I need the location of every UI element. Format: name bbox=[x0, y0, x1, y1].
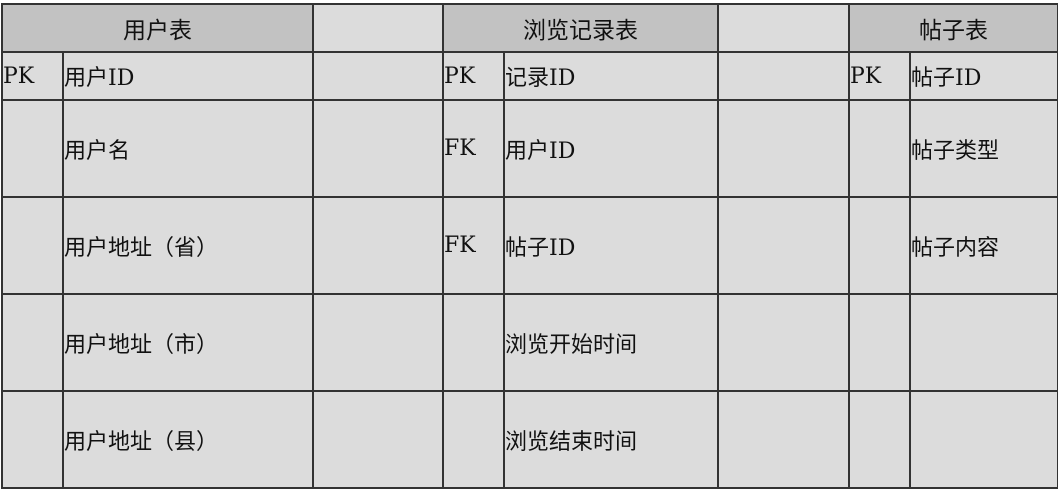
users-key-cell bbox=[1, 196, 64, 295]
posts-key-cell bbox=[848, 196, 911, 295]
records-key-cell bbox=[442, 293, 505, 392]
spacer-cell bbox=[312, 3, 444, 53]
records-field-cell: 用户ID bbox=[503, 99, 719, 198]
table-row: 用户名 FK 用户ID 帖子类型 bbox=[1, 99, 1058, 198]
records-key-cell: FK bbox=[442, 99, 505, 198]
users-field-cell: 用户地址（市） bbox=[62, 293, 314, 392]
table-title-browse-records: 浏览记录表 bbox=[442, 3, 719, 53]
spacer-cell bbox=[312, 196, 444, 295]
users-key-cell bbox=[1, 293, 64, 392]
posts-field-cell bbox=[909, 293, 1058, 392]
spacer-cell bbox=[312, 99, 444, 198]
records-field-cell: 浏览开始时间 bbox=[503, 293, 719, 392]
records-key-cell bbox=[442, 390, 505, 489]
table-title-users: 用户表 bbox=[1, 3, 314, 53]
users-field-cell: 用户地址（省） bbox=[62, 196, 314, 295]
posts-field-cell: 帖子ID bbox=[909, 51, 1058, 101]
table-row: 用户地址（县） 浏览结束时间 bbox=[1, 390, 1058, 489]
records-key-cell: FK bbox=[442, 196, 505, 295]
er-schema-table: 用户表 浏览记录表 帖子表 PK 用户ID PK 记录ID PK 帖子ID 用户… bbox=[1, 3, 1058, 489]
posts-key-cell bbox=[848, 390, 911, 489]
spacer-cell bbox=[717, 3, 850, 53]
spacer-cell bbox=[717, 196, 850, 295]
spacer-cell bbox=[312, 51, 444, 101]
records-field-cell: 帖子ID bbox=[503, 196, 719, 295]
spacer-cell bbox=[312, 390, 444, 489]
table-title-posts: 帖子表 bbox=[848, 3, 1058, 53]
records-field-cell: 浏览结束时间 bbox=[503, 390, 719, 489]
spacer-cell bbox=[717, 390, 850, 489]
table-row: 用户地址（省） FK 帖子ID 帖子内容 bbox=[1, 196, 1058, 295]
posts-field-cell bbox=[909, 390, 1058, 489]
posts-field-cell: 帖子类型 bbox=[909, 99, 1058, 198]
posts-key-cell bbox=[848, 99, 911, 198]
records-field-cell: 记录ID bbox=[503, 51, 719, 101]
users-key-cell bbox=[1, 390, 64, 489]
spacer-cell bbox=[717, 99, 850, 198]
posts-key-cell: PK bbox=[848, 51, 911, 101]
users-field-cell: 用户名 bbox=[62, 99, 314, 198]
users-field-cell: 用户ID bbox=[62, 51, 314, 101]
records-key-cell: PK bbox=[442, 51, 505, 101]
spacer-cell bbox=[717, 293, 850, 392]
posts-field-cell: 帖子内容 bbox=[909, 196, 1058, 295]
users-key-cell: PK bbox=[1, 51, 64, 101]
table-row: PK 用户ID PK 记录ID PK 帖子ID bbox=[1, 51, 1058, 101]
posts-key-cell bbox=[848, 293, 911, 392]
spacer-cell bbox=[312, 293, 444, 392]
table-row: 用户地址（市） 浏览开始时间 bbox=[1, 293, 1058, 392]
spacer-cell bbox=[717, 51, 850, 101]
header-row: 用户表 浏览记录表 帖子表 bbox=[1, 3, 1058, 53]
users-key-cell bbox=[1, 99, 64, 198]
users-field-cell: 用户地址（县） bbox=[62, 390, 314, 489]
